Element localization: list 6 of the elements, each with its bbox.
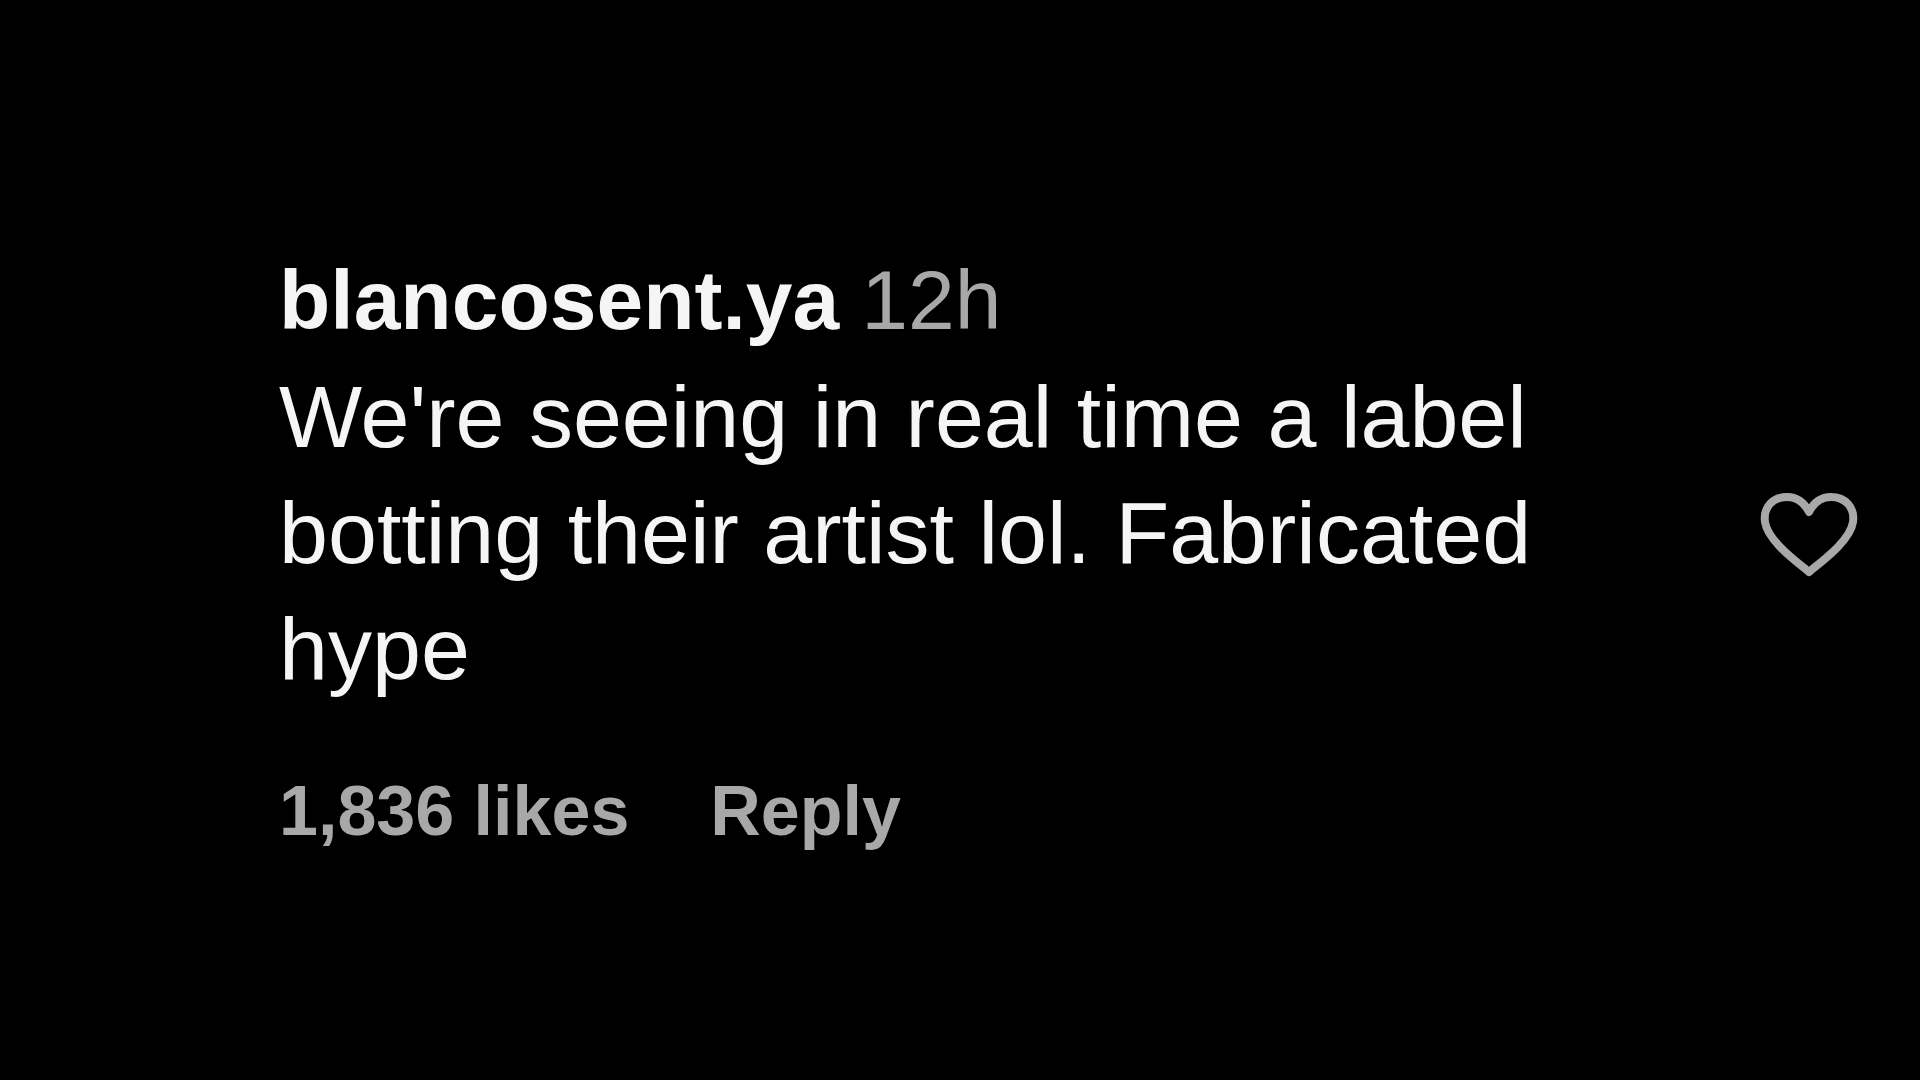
likes-count-link[interactable]: 1,836 likes: [279, 768, 630, 853]
heart-icon[interactable]: [1760, 492, 1858, 577]
comment-text: We're seeing in real time a label botting their artist lol. Fabricated hype: [279, 365, 1533, 700]
username-link[interactable]: blancosent.ya: [279, 253, 840, 347]
comment-time: 12h: [861, 253, 1002, 347]
reply-button[interactable]: Reply: [710, 768, 901, 853]
